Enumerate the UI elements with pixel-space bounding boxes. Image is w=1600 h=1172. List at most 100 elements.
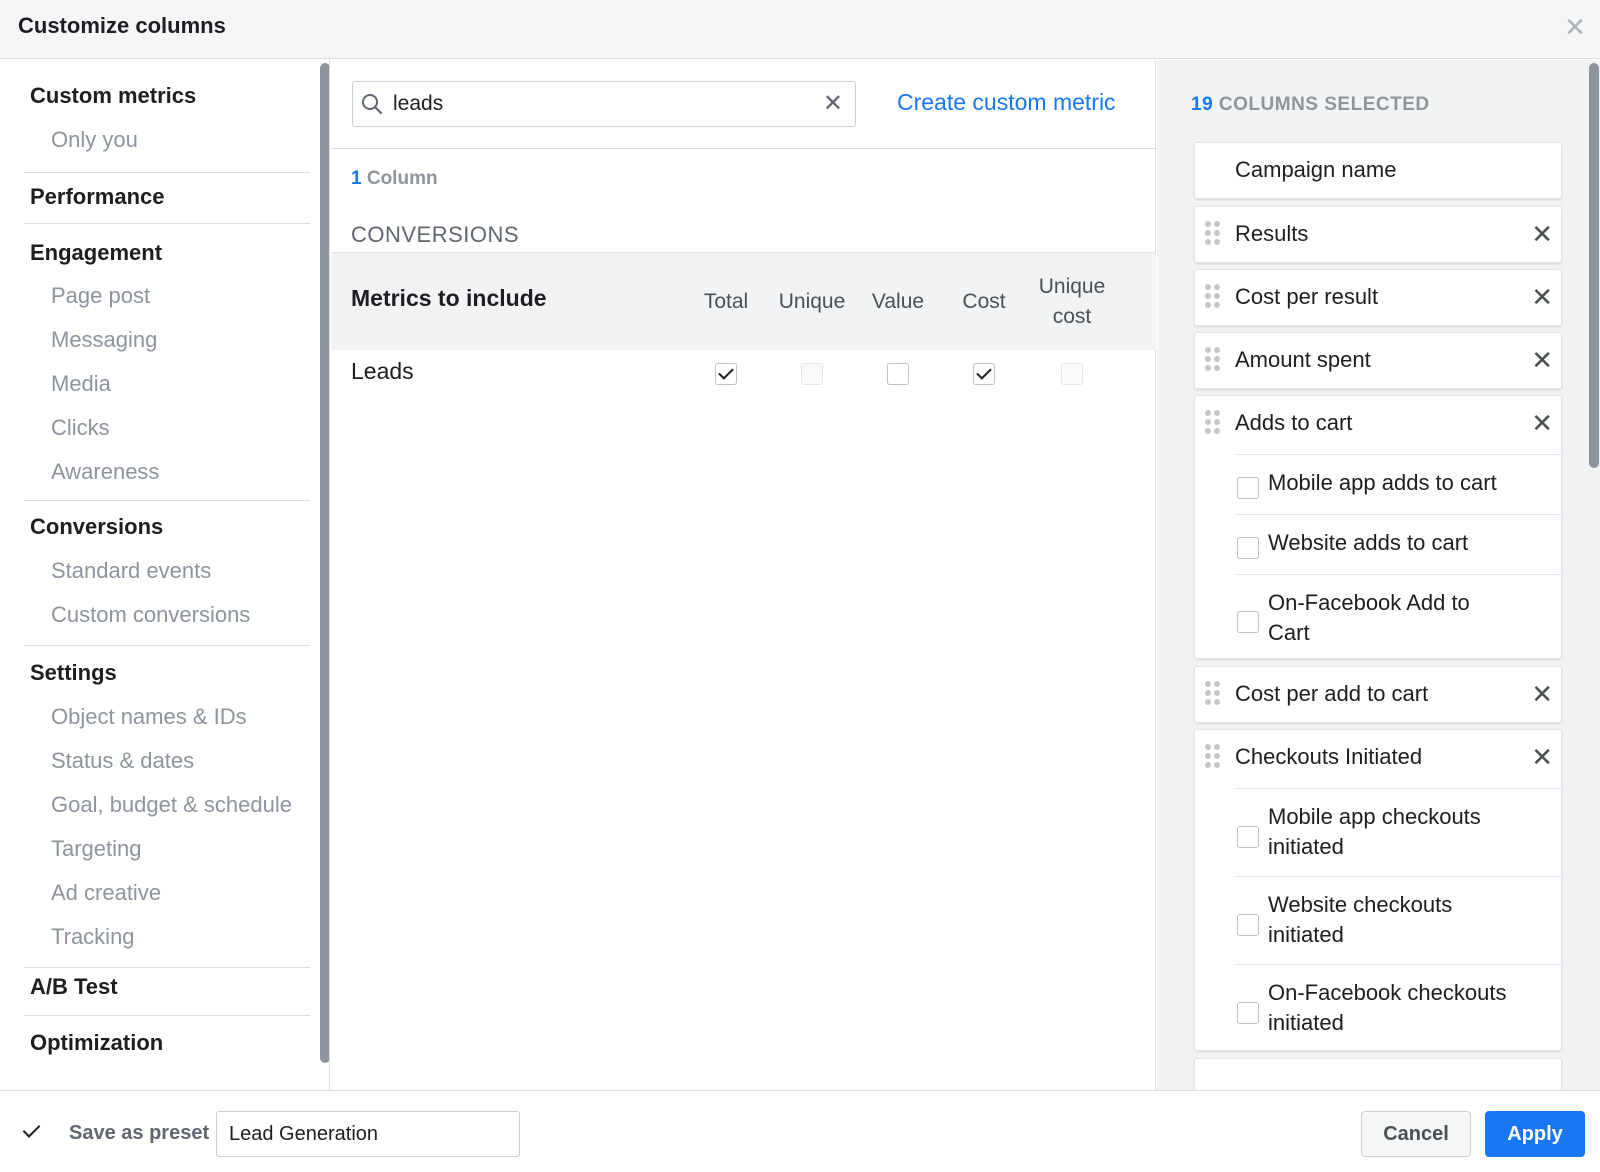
checkbox-cost[interactable] (973, 363, 995, 385)
sub-metric-option[interactable]: Website adds to cart (1235, 514, 1563, 574)
search-field: ✕ (352, 81, 856, 127)
result-count: 1 Column (351, 168, 438, 190)
search-input[interactable] (393, 90, 813, 118)
checkbox-unique[interactable] (801, 363, 823, 385)
result-section-name: CONVERSIONS (351, 222, 520, 247)
sub-metric-checkbox[interactable] (1237, 826, 1259, 848)
nav-item[interactable]: Goal, budget & schedule (24, 783, 310, 827)
selected-column-label: Campaign name (1235, 157, 1397, 182)
nav-item[interactable]: Object names & IDs (24, 695, 310, 739)
sub-metric-option[interactable]: Website checkouts initiated (1235, 876, 1563, 964)
sub-metric-label: Mobile app adds to cart (1268, 470, 1497, 495)
sub-metric-checkbox[interactable] (1237, 1002, 1259, 1024)
nav-scrollbar[interactable] (320, 63, 329, 1063)
sub-metric-checkbox[interactable] (1237, 611, 1259, 633)
save-as-preset-checkbox[interactable] (20, 1120, 44, 1144)
drag-handle-icon[interactable] (1205, 744, 1221, 770)
sub-metric-label: On-Facebook Add to Cart (1268, 590, 1470, 645)
nav-section-optimization: Optimization (24, 1021, 310, 1065)
category-nav: Custom metrics Only you Performance Enga… (0, 60, 330, 1090)
sub-metric-option[interactable]: On-Facebook Add to Cart (1235, 574, 1563, 660)
drag-handle-icon[interactable] (1205, 221, 1221, 247)
create-custom-metric-link[interactable]: Create custom metric (897, 89, 1116, 116)
remove-column-icon[interactable]: ✕ (1531, 681, 1553, 707)
result-count-label: Column (366, 168, 438, 189)
result-count-number: 1 (351, 168, 362, 189)
column-header-value: Value (871, 290, 925, 313)
cancel-button[interactable]: Cancel (1361, 1111, 1471, 1157)
sub-metric-checkbox[interactable] (1237, 914, 1259, 936)
selected-column-label: Results (1235, 221, 1309, 246)
metrics-panel: ✕ Create custom metric 1 Column CONVERSI… (331, 60, 1156, 1090)
nav-heading[interactable]: Engagement (24, 232, 310, 274)
nav-item[interactable]: Media (24, 362, 310, 406)
nav-item[interactable]: Awareness (24, 450, 310, 494)
remove-column-icon[interactable]: ✕ (1531, 410, 1553, 436)
apply-button[interactable]: Apply (1485, 1111, 1585, 1157)
selected-column-card[interactable]: Cost per add to cart ✕ (1194, 666, 1562, 723)
metric-row-leads: Leads (331, 350, 1156, 400)
selected-column-label: Checkouts Initiated (1235, 744, 1423, 769)
nav-item[interactable]: Clicks (24, 406, 310, 450)
sub-metric-option[interactable]: Mobile app adds to cart (1235, 454, 1563, 514)
preset-name-input[interactable] (216, 1111, 520, 1157)
selected-heading-label: COLUMNS SELECTED (1218, 94, 1430, 115)
selected-column-label: Cost per add to cart (1235, 681, 1429, 706)
nav-item[interactable]: Tracking (24, 915, 310, 959)
remove-column-icon[interactable]: ✕ (1531, 347, 1553, 373)
nav-item[interactable]: Ad creative (24, 871, 310, 915)
nav-item[interactable]: Only you (24, 118, 310, 162)
checkbox-total[interactable] (715, 363, 737, 385)
drag-handle-icon[interactable] (1205, 410, 1221, 436)
nav-item[interactable]: Messaging (24, 318, 310, 362)
selected-column-card[interactable]: Cost per result ✕ (1194, 269, 1562, 326)
save-as-preset-label: Save as preset (69, 1122, 210, 1144)
drag-handle-icon[interactable] (1205, 681, 1221, 707)
nav-item[interactable]: Status & dates (24, 739, 310, 783)
sub-metric-checkbox[interactable] (1237, 537, 1259, 559)
selected-column-card[interactable]: Amount spent ✕ (1194, 332, 1562, 389)
checkbox-value[interactable] (887, 363, 909, 385)
column-header-unique-cost: Unique cost (1038, 275, 1106, 328)
selected-column-label: Cost per result (1235, 284, 1379, 309)
selected-columns-panel: 19 COLUMNS SELECTED Campaign name Result… (1157, 60, 1600, 1090)
clear-search-icon[interactable]: ✕ (823, 90, 843, 118)
checkbox-unique-cost[interactable] (1061, 363, 1083, 385)
selected-column-card[interactable]: Adds to cart ✕ Mobile app adds to cart W… (1194, 395, 1563, 660)
column-header-cost: Cost (962, 290, 1006, 313)
nav-item[interactable]: Standard events (24, 549, 310, 593)
selected-count: 19 (1191, 94, 1214, 115)
search-icon (362, 94, 383, 115)
nav-heading[interactable]: Conversions (24, 505, 310, 549)
nav-item[interactable]: Targeting (24, 827, 310, 871)
nav-section-ab-test: A/B Test (24, 965, 310, 1016)
selected-columns-heading: 19 COLUMNS SELECTED (1191, 94, 1430, 116)
sub-metric-label: On-Facebook checkouts initiated (1268, 980, 1507, 1035)
nav-heading[interactable]: A/B Test (24, 965, 310, 1009)
nav-heading[interactable]: Custom metrics (24, 74, 310, 118)
remove-column-icon[interactable]: ✕ (1531, 744, 1553, 770)
nav-heading[interactable]: Optimization (24, 1021, 310, 1065)
sub-metric-label: Website adds to cart (1268, 530, 1469, 555)
metrics-to-include-label: Metrics to include (351, 285, 547, 311)
metric-label: Leads (351, 358, 414, 384)
sub-metric-option[interactable]: On-Facebook checkouts initiated (1235, 964, 1563, 1052)
sub-metric-checkbox[interactable] (1237, 477, 1259, 499)
sub-metric-option[interactable]: Mobile app checkouts initiated (1235, 788, 1563, 876)
drag-handle-icon[interactable] (1205, 284, 1221, 310)
selected-column-card[interactable]: Results ✕ (1194, 206, 1562, 263)
selected-column-card[interactable] (1194, 1058, 1562, 1090)
nav-heading[interactable]: Performance (24, 175, 310, 219)
nav-item[interactable]: Page post (24, 274, 310, 318)
nav-heading[interactable]: Settings (24, 651, 310, 695)
drag-handle-icon[interactable] (1205, 347, 1221, 373)
close-icon[interactable]: ✕ (1564, 14, 1586, 40)
remove-column-icon[interactable]: ✕ (1531, 221, 1553, 247)
selected-column-card[interactable]: Checkouts Initiated ✕ Mobile app checkou… (1194, 729, 1563, 1052)
selected-scrollbar[interactable] (1589, 63, 1599, 468)
column-header-total: Total (703, 290, 749, 313)
customize-columns-dialog: Customize columns ✕ Custom metrics Only … (0, 0, 1600, 1172)
dialog-header: Customize columns ✕ (0, 0, 1600, 59)
nav-item[interactable]: Custom conversions (24, 593, 310, 637)
remove-column-icon[interactable]: ✕ (1531, 284, 1553, 310)
